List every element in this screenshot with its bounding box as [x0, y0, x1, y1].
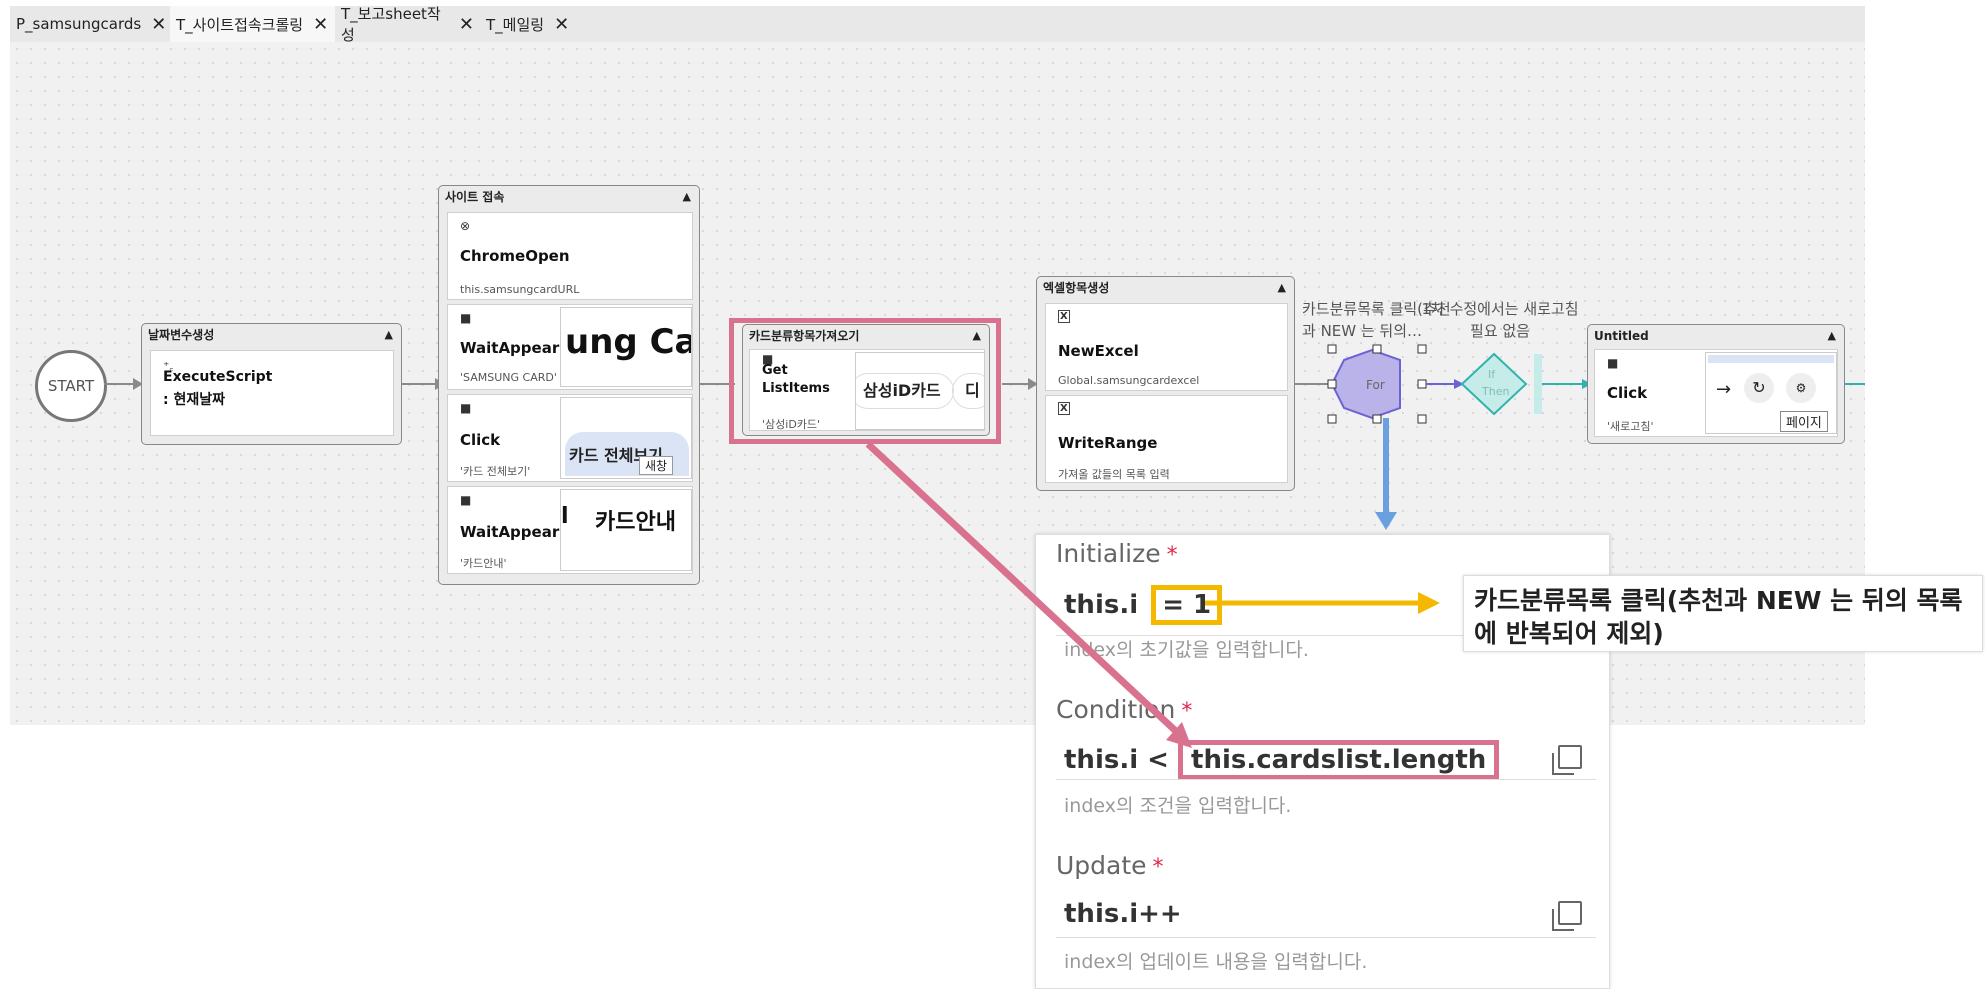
pink-arrow-line: [865, 441, 1183, 738]
yellow-arrow-head: [1418, 592, 1440, 614]
annotation-arrows: [865, 441, 1440, 748]
